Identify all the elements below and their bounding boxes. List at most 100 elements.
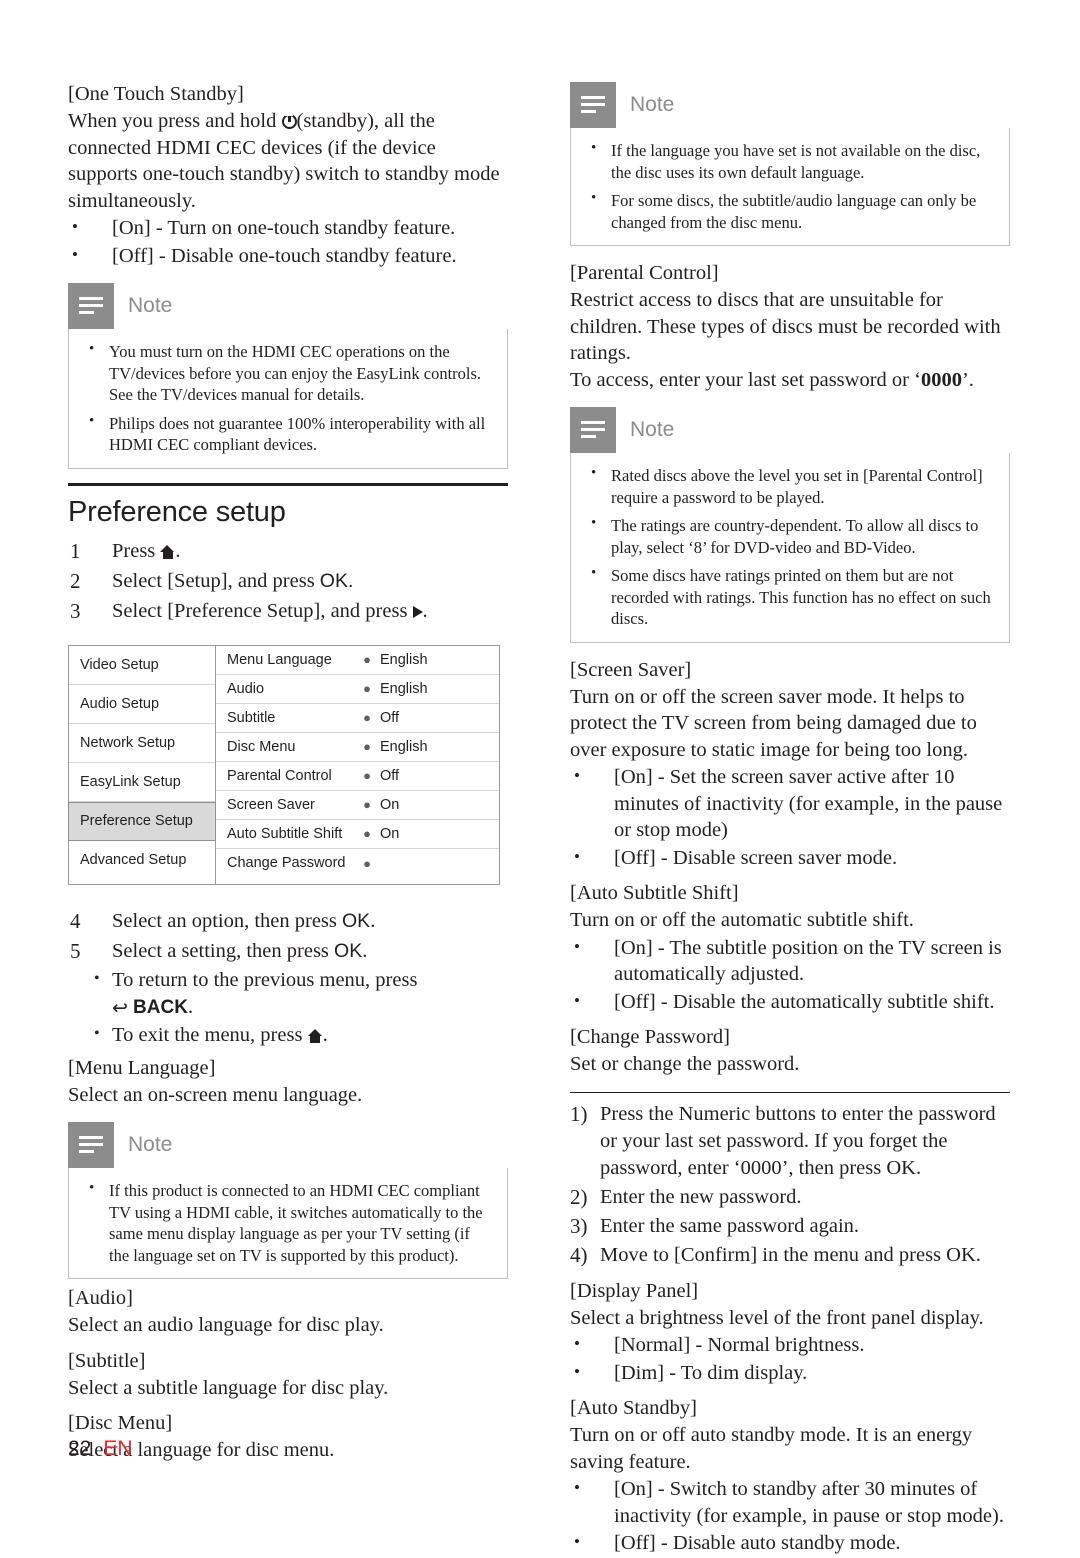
menu-row-value: Off xyxy=(380,767,400,784)
change-password-heading: [Change Password] xyxy=(570,1026,730,1048)
list-item: 3 Select [Preference Setup], and press . xyxy=(68,597,508,625)
navigation-hints: To return to the previous menu, press ↩ B… xyxy=(68,965,508,1049)
list-item: To return to the previous menu, press ↩ B… xyxy=(68,965,508,1022)
note-box-language: Note If the language you have set is not… xyxy=(570,82,1010,246)
step-text-end: . xyxy=(362,939,368,962)
list-item: 4 Select an option, then press OK. xyxy=(68,907,508,935)
screen-saver-heading: [Screen Saver] xyxy=(570,658,692,681)
left-column: [One Touch Standby] When you press and h… xyxy=(68,72,508,1464)
menu-row-menu-language[interactable]: Menu Language ● English xyxy=(216,646,499,675)
note-title: Note xyxy=(630,93,675,116)
audio-heading: [Audio] xyxy=(68,1287,133,1309)
list-item: [Off] - Disable the automatically subtit… xyxy=(570,988,1010,1016)
menu-language-body: Select an on-screen menu language. xyxy=(68,1083,363,1106)
bullet-dot-icon: ● xyxy=(363,681,371,696)
note-title: Note xyxy=(128,1133,173,1156)
hint-text-end: . xyxy=(322,1023,328,1046)
step-text: Select an option, then press xyxy=(112,909,343,932)
menu-row-label: Auto Subtitle Shift xyxy=(227,825,343,842)
menu-row-value: English xyxy=(380,651,428,668)
step-text: Enter the same password again. xyxy=(600,1214,860,1237)
step-text: Select [Preference Setup], and press xyxy=(112,599,413,622)
menu-row-label: Menu Language xyxy=(227,651,332,668)
page-number: 22 xyxy=(68,1437,92,1460)
note-item: Philips does not guarantee 100% interope… xyxy=(81,411,493,456)
subtitle-body: Select a subtitle language for disc play… xyxy=(68,1376,389,1399)
note-body: Rated discs above the level you set in [… xyxy=(570,453,1010,643)
bullet-dot-icon: ● xyxy=(363,855,371,871)
hint-text: To exit the menu, press xyxy=(112,1023,308,1046)
note-body: You must turn on the HDMI CEC operations… xyxy=(68,329,508,469)
setup-menu-right-list: Menu Language ● English Audio ● English Subt… xyxy=(216,644,500,885)
menu-item-easylink-setup[interactable]: EasyLink Setup xyxy=(69,763,215,802)
menu-row-audio[interactable]: Audio ● English xyxy=(216,675,499,704)
menu-row-disc-menu[interactable]: Disc Menu ● English xyxy=(216,733,499,762)
page-title: Preference setup xyxy=(68,495,286,528)
list-item: 3) Enter the same password again. xyxy=(570,1213,1010,1240)
list-item: [Off] - Disable one-touch standby featur… xyxy=(68,242,508,270)
note-icon xyxy=(570,407,616,453)
menu-row-label: Audio xyxy=(227,680,265,697)
menu-row-subtitle[interactable]: Subtitle ● Off xyxy=(216,704,499,733)
auto-subtitle-shift-heading: [Auto Subtitle Shift] xyxy=(570,882,739,904)
list-item: [Off] - Disable auto standby mode. xyxy=(570,1529,1010,1557)
step-number: 2) xyxy=(570,1184,588,1209)
display-panel-heading: [Display Panel] xyxy=(570,1279,699,1302)
menu-row-value: On xyxy=(380,796,400,813)
step-number: 1 xyxy=(70,538,81,563)
list-item: 1 Press . xyxy=(68,537,508,565)
step-text: Select [Setup], and press xyxy=(112,569,320,592)
step-number: 2 xyxy=(70,568,81,593)
note-title: Note xyxy=(128,294,173,317)
menu-row-screen-saver[interactable]: Screen Saver ● On xyxy=(216,791,499,820)
standby-icon xyxy=(281,112,297,129)
step-text: Press the Numeric buttons to enter the p… xyxy=(600,1102,996,1179)
list-item: [Off] - Disable screen saver mode. xyxy=(570,844,1010,872)
ok-key-label: OK xyxy=(334,939,363,962)
hint-text: To return to the previous menu, press xyxy=(112,968,418,991)
step-text: Press xyxy=(112,539,161,562)
step-number: 5 xyxy=(70,938,81,963)
bullet-dot-icon: ● xyxy=(363,768,371,783)
menu-language-heading: [Menu Language] xyxy=(68,1056,216,1079)
auto-standby-body: Turn on or off auto standby mode. It is … xyxy=(570,1424,973,1473)
note-header: Note xyxy=(68,1122,508,1168)
bullet-dot-icon: ● xyxy=(363,826,371,841)
subtitle-heading: [Subtitle] xyxy=(68,1349,146,1372)
menu-item-audio-setup[interactable]: Audio Setup xyxy=(69,685,215,724)
note-icon xyxy=(570,82,616,128)
bullet-dot-icon: ● xyxy=(363,652,371,667)
list-item: 1) Press the Numeric buttons to enter the… xyxy=(570,1101,1010,1182)
menu-row-auto-subtitle-shift[interactable]: Auto Subtitle Shift ● On xyxy=(216,820,499,849)
menu-item-video-setup[interactable]: Video Setup xyxy=(69,646,215,685)
auto-standby-heading: [Auto Standby] xyxy=(570,1397,697,1419)
menu-item-advanced-setup[interactable]: Advanced Setup xyxy=(69,841,215,880)
list-item: 4) Move to [Confirm] in the menu and pres… xyxy=(570,1242,1010,1269)
menu-row-value: English xyxy=(380,680,428,697)
note-box-menu-language: Note If this product is connected to an … xyxy=(68,1122,508,1279)
menu-row-parental-control[interactable]: Parental Control ● Off xyxy=(216,762,499,791)
list-item: [On] - The subtitle position on the TV s… xyxy=(570,934,1010,988)
note-header: Note xyxy=(570,82,1010,128)
note-item: Rated discs above the level you set in [… xyxy=(583,463,995,508)
setup-menu-left-list: Video Setup Audio Setup Network Setup Ea… xyxy=(68,644,216,885)
section-divider xyxy=(570,1091,1010,1093)
menu-item-network-setup[interactable]: Network Setup xyxy=(69,724,215,763)
step-text-end: . xyxy=(370,909,376,932)
list-item: [On] - Turn on one-touch standby feature… xyxy=(68,214,508,242)
menu-item-preference-setup[interactable]: Preference Setup xyxy=(68,801,216,841)
list-item: To exit the menu, press . xyxy=(68,1020,508,1049)
menu-row-change-password[interactable]: Change Password ● xyxy=(216,849,499,878)
screen-saver-body: Turn on or off the screen saver mode. It… xyxy=(570,685,977,761)
note-item: Some discs have ratings printed on them … xyxy=(583,563,995,630)
document-page: [One Touch Standby] When you press and h… xyxy=(0,0,1080,1555)
one-touch-standby-bullets: [On] - Turn on one-touch standby feature… xyxy=(68,214,508,270)
step-text-end: . xyxy=(422,599,428,622)
note-title: Note xyxy=(630,418,675,441)
setup-menu-figure: Video Setup Audio Setup Network Setup Ea… xyxy=(68,644,500,885)
right-column: Note If the language you have set is not… xyxy=(570,72,1010,1558)
menu-row-label: Change Password xyxy=(227,855,346,871)
list-item: [On] - Switch to standby after 30 minute… xyxy=(570,1475,1010,1529)
parental-control-access-text-end: ’. xyxy=(961,368,974,391)
list-item: [Normal] - Normal brightness. xyxy=(570,1331,1010,1359)
